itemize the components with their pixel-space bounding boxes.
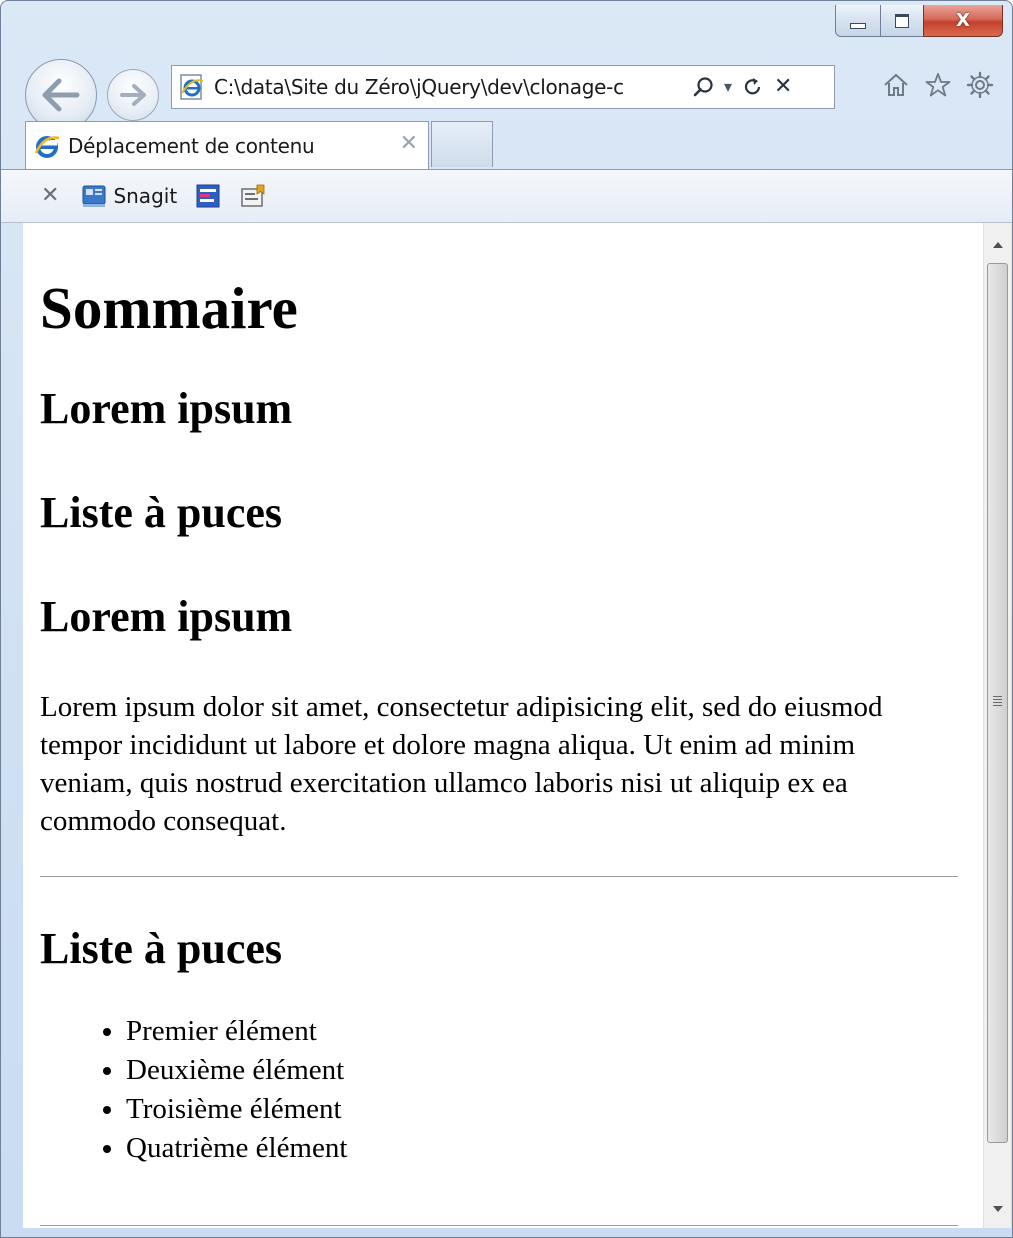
address-tools: ▾ ✕ bbox=[692, 76, 792, 98]
toc-heading-lorem-ipsum: Lorem ipsum bbox=[40, 384, 293, 433]
refresh-icon[interactable] bbox=[742, 76, 764, 98]
minimize-icon bbox=[850, 22, 866, 29]
stop-icon[interactable]: ✕ bbox=[774, 76, 792, 98]
section-heading-liste-a-puces: Liste à puces bbox=[40, 924, 282, 973]
snagit-editor-icon[interactable] bbox=[195, 183, 221, 209]
search-icon[interactable] bbox=[692, 76, 714, 98]
toolbar-close-icon[interactable]: ✕ bbox=[41, 185, 59, 207]
list-item: Troisième élément bbox=[126, 1090, 983, 1129]
forward-arrow-icon bbox=[120, 84, 146, 106]
section-divider bbox=[40, 876, 958, 877]
bullet-list: Premier élément Deuxième élément Troisiè… bbox=[40, 1012, 983, 1168]
settings-gear-icon[interactable] bbox=[966, 71, 994, 99]
lorem-paragraph: Lorem ipsum dolor sit amet, consectetur … bbox=[40, 691, 883, 837]
page-content: Sommaire Lorem ipsum Liste à puces Lorem… bbox=[23, 273, 983, 1168]
tab-deplacement-de-contenu[interactable]: Déplacement de contenu ✕ bbox=[25, 121, 429, 169]
caption-buttons: X bbox=[835, 5, 1003, 41]
back-arrow-icon bbox=[42, 78, 80, 112]
right-tools bbox=[882, 71, 994, 99]
address-text[interactable]: C:\data\Site du Zéro\jQuery\dev\clonage-… bbox=[214, 75, 686, 99]
forward-button[interactable] bbox=[107, 69, 159, 121]
snagit-label: Snagit bbox=[113, 184, 178, 208]
ie-logo-icon bbox=[34, 135, 60, 158]
close-window-button[interactable]: X bbox=[923, 5, 1003, 37]
ie-page-icon bbox=[180, 74, 204, 100]
dropdown-icon[interactable]: ▾ bbox=[724, 79, 732, 95]
page-viewport[interactable]: Sommaire Lorem ipsum Liste à puces Lorem… bbox=[23, 223, 983, 1228]
maximize-button[interactable] bbox=[880, 5, 924, 37]
snagit-button[interactable]: Snagit bbox=[81, 183, 177, 209]
vertical-scrollbar[interactable] bbox=[983, 223, 1011, 1228]
scroll-up-button[interactable] bbox=[984, 229, 1011, 259]
toc-heading-liste-a-puces: Liste à puces bbox=[40, 488, 282, 537]
snagit-icon bbox=[82, 185, 106, 207]
scroll-down-button[interactable] bbox=[984, 1194, 1011, 1224]
command-toolbar: ✕ Snagit bbox=[1, 169, 1012, 223]
maximize-icon bbox=[895, 13, 909, 28]
tab-strip: Déplacement de contenu ✕ bbox=[1, 121, 1012, 171]
list-item: Premier élément bbox=[126, 1012, 983, 1051]
favorites-star-icon[interactable] bbox=[924, 71, 952, 99]
scroll-thumb[interactable] bbox=[987, 263, 1008, 1143]
browser-window: X C:\data\Site du Zéro\jQuery\dev\clonag… bbox=[0, 0, 1013, 1238]
page-title: Sommaire bbox=[40, 275, 298, 341]
list-item: Quatrième élément bbox=[126, 1129, 983, 1168]
tab-title: Déplacement de contenu bbox=[68, 133, 315, 158]
scroll-thumb-grip-icon bbox=[993, 696, 1002, 708]
minimize-button[interactable] bbox=[835, 5, 881, 37]
scroll-down-arrow-icon bbox=[992, 1205, 1003, 1212]
close-icon: X bbox=[956, 9, 970, 31]
scroll-up-arrow-icon bbox=[992, 241, 1003, 248]
tab-close-icon[interactable]: ✕ bbox=[400, 133, 418, 155]
address-bar[interactable]: C:\data\Site du Zéro\jQuery\dev\clonage-… bbox=[171, 65, 835, 109]
bookmark-toolbar-icon[interactable] bbox=[239, 183, 267, 209]
new-tab-button[interactable] bbox=[431, 121, 493, 167]
list-item: Deuxième élément bbox=[126, 1051, 983, 1090]
section-heading-lorem-ipsum: Lorem ipsum bbox=[40, 592, 293, 641]
bottom-divider bbox=[40, 1225, 958, 1226]
home-icon[interactable] bbox=[882, 71, 910, 99]
